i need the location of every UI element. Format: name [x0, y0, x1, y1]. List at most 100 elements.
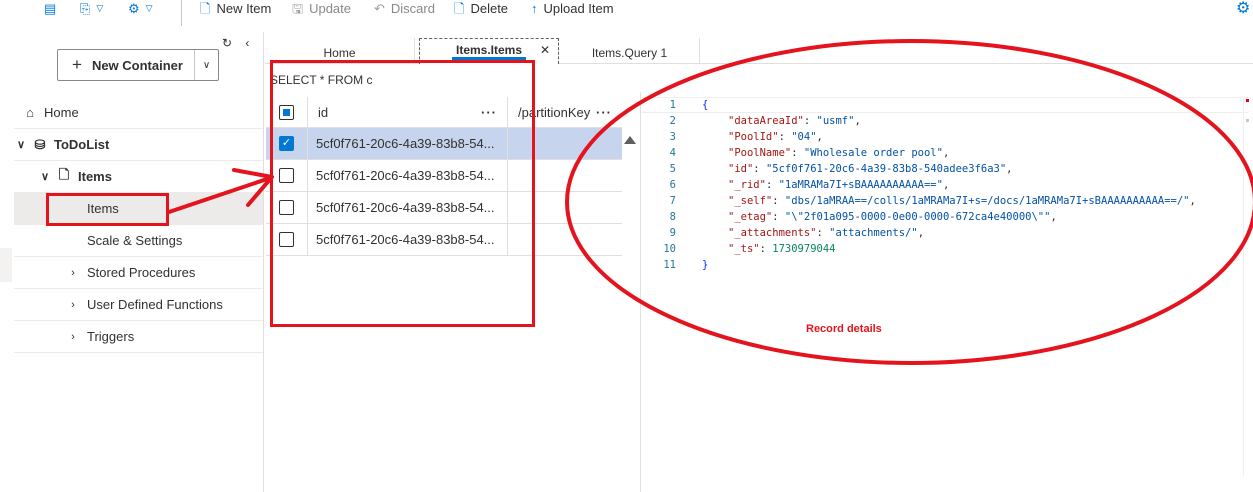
upload-arrow-icon: ↑	[531, 0, 538, 16]
tab-label: Items.Items	[451, 43, 527, 60]
sidebar-item-home[interactable]: ⌂ Home	[14, 97, 263, 129]
editor-line: 1 {	[642, 97, 1248, 113]
new-container-dropdown[interactable]: ∨	[194, 50, 218, 80]
collapse-sidebar-icon[interactable]: ‹	[245, 36, 249, 50]
sidebar-item-label: Stored Procedures	[87, 265, 196, 280]
chevron-down-icon: ▽	[96, 2, 104, 13]
sidebar-item-scale-settings[interactable]: Scale & Settings	[14, 225, 263, 257]
refresh-icon[interactable]: ↻	[222, 36, 232, 50]
json-value: "attachments/"	[829, 227, 918, 239]
chevron-down-icon[interactable]: ∨	[38, 170, 52, 183]
new-stored-procedure-dropdown[interactable]: ⎘ ▽	[80, 0, 103, 16]
new-sql-query-button[interactable]: ▤	[44, 0, 56, 16]
line-number: 8	[669, 211, 676, 223]
json-key: "PoolId"	[728, 131, 779, 143]
line-number: 4	[669, 147, 676, 159]
editor-line: 4 "PoolName": "Wholesale order pool",	[642, 145, 1248, 161]
editor-scrollbar[interactable]	[1243, 97, 1251, 477]
tab-label: Items.Query 1	[591, 46, 668, 60]
discard-label: Discard	[390, 0, 435, 16]
chevron-right-icon[interactable]: ›	[66, 267, 80, 279]
update-label: Update	[309, 0, 351, 16]
json-value: "usmf"	[816, 115, 855, 127]
json-key: "_ts"	[728, 243, 760, 255]
delete-button[interactable]: 🗋 Delete	[454, 0, 508, 16]
splitter[interactable]	[640, 92, 641, 492]
more-options-icon[interactable]: ···	[596, 105, 612, 120]
json-value: "\"2f01a095-0000-0e00-0000-672ca4e40000\…	[784, 211, 1051, 223]
json-value: "5cf0f761-20c6-4a39-83b8-540adee3f6a3"	[765, 163, 1007, 175]
editor-line: 8 "_etag": "\"2f01a095-0000-0e00-0000-67…	[642, 209, 1248, 225]
delete-label: Delete	[470, 0, 509, 16]
new-container-button[interactable]: + New Container ∨	[57, 49, 219, 81]
editor-line: 9 "_attachments": "attachments/",	[642, 225, 1248, 241]
scroll-up-arrow-icon[interactable]	[624, 136, 636, 144]
editor-line: 10 "_ts": 1730979044	[642, 241, 1248, 257]
chevron-right-icon[interactable]: ›	[66, 299, 80, 311]
new-document-icon: 🗋	[200, 0, 211, 16]
sidebar-item-label: Scale & Settings	[87, 233, 183, 248]
json-comma: ,	[942, 179, 950, 191]
overview-ruler-marker	[1246, 99, 1249, 102]
json-key: "_rid"	[728, 179, 766, 191]
sidebar-item-user-defined-functions[interactable]: › User Defined Functions	[14, 289, 263, 321]
json-key: "_self"	[728, 195, 773, 207]
brace-close: }	[702, 259, 709, 271]
json-value: "Wholesale order pool"	[803, 147, 943, 159]
sidebar-item-label: User Defined Functions	[87, 297, 223, 312]
document-icon: 🗋	[58, 166, 70, 182]
chevron-down-icon: ▽	[145, 2, 153, 13]
sidebar-controls: ↻ ‹	[222, 36, 249, 50]
json-key: "dataAreaId"	[728, 115, 804, 127]
json-comma: ,	[1006, 163, 1013, 175]
editor-line: 6 "_rid": "1aMRAMa7I+sBAAAAAAAAAA==",	[642, 177, 1248, 193]
line-number: 10	[663, 243, 676, 255]
upload-item-label: Upload Item	[543, 0, 614, 16]
settings-dropdown[interactable]: ⚙ ▽	[128, 0, 153, 16]
home-icon: ⌂	[26, 105, 34, 120]
sidebar-item-label: Items	[78, 169, 112, 184]
discard-button[interactable]: ↶ Discard	[374, 0, 435, 16]
editor-line: 7 "_self": "dbs/1aMRAA==/colls/1aMRAMa7I…	[642, 193, 1248, 209]
sidebar-item-container[interactable]: ∨ 🗋 Items	[14, 161, 263, 193]
line-number: 6	[669, 179, 676, 191]
json-key: "_etag"	[728, 211, 773, 223]
toolbar-divider	[181, 0, 182, 26]
settings-gears-icon: ⚙	[128, 0, 140, 16]
sidebar-item-triggers[interactable]: › Triggers	[14, 321, 263, 353]
new-item-button[interactable]: 🗋 New Item	[200, 0, 271, 16]
json-comma: ,	[942, 147, 950, 159]
json-value: 1730979044	[772, 243, 836, 255]
new-item-label: New Item	[216, 0, 272, 16]
settings-gear-icon[interactable]: ⚙	[1236, 0, 1250, 18]
annotation-box-items	[46, 193, 169, 226]
collapsed-left-strip	[0, 248, 12, 282]
update-button[interactable]: 🖫 Update	[292, 0, 351, 16]
brace-open: {	[702, 99, 709, 111]
sidebar-item-stored-procedures[interactable]: › Stored Procedures	[14, 257, 263, 289]
json-comma: ,	[816, 131, 823, 143]
annotation-box-grid	[270, 60, 535, 327]
line-number: 1	[669, 99, 676, 111]
sidebar-item-database[interactable]: ∨ ⛁ ToDoList	[14, 129, 263, 161]
save-icon: 🖫	[292, 0, 304, 16]
chevron-down-icon[interactable]: ∨	[14, 138, 28, 151]
line-number: 2	[669, 115, 676, 127]
json-value: "dbs/1aMRAA==/colls/1aMRAMa7I+s=/docs/1a…	[784, 195, 1190, 207]
tab-items-query[interactable]: Items.Query 1	[560, 38, 700, 64]
json-value: "04"	[791, 131, 817, 143]
new-query-icon: ▤	[44, 0, 57, 16]
json-value: "1aMRAMa7I+sBAAAAAAAAAA=="	[778, 179, 943, 191]
sidebar-item-label: ToDoList	[54, 137, 110, 152]
line-number: 5	[669, 163, 676, 175]
upload-item-button[interactable]: ↑ Upload Item	[531, 0, 614, 16]
sidebar-item-label: Triggers	[87, 329, 135, 344]
new-container-main[interactable]: + New Container	[58, 50, 194, 80]
document-editor[interactable]: 1 { 2 "dataAreaId": "usmf", 3 "PoolId": …	[642, 97, 1248, 287]
close-icon[interactable]: ✕	[540, 43, 550, 57]
sidebar-item-label: Home	[44, 105, 79, 120]
undo-icon: ↶	[374, 0, 385, 16]
json-comma: ,	[1050, 211, 1057, 223]
chevron-right-icon[interactable]: ›	[66, 331, 80, 343]
line-number: 7	[669, 195, 676, 207]
